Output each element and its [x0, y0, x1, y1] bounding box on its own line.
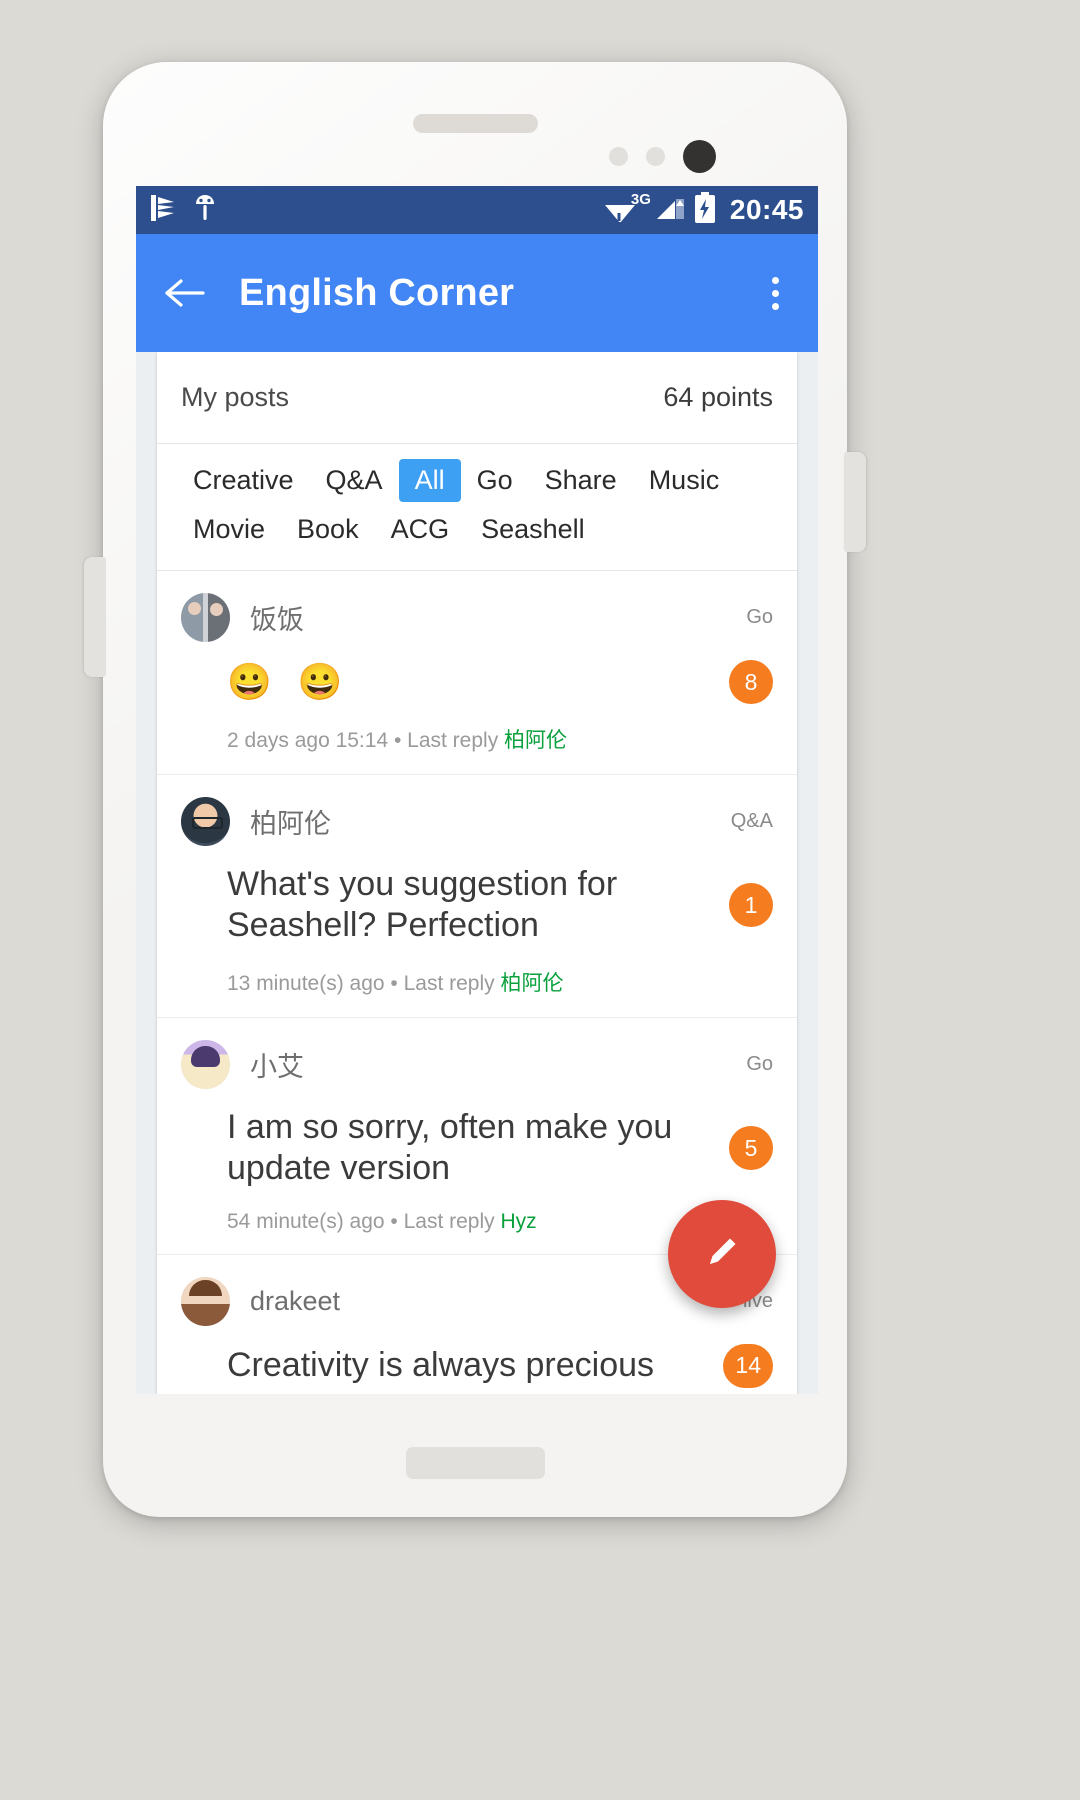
category-filter: Creative Q&A All Go Share Music Movie Book ACG S… [157, 444, 797, 571]
overflow-dot [772, 302, 779, 310]
category-chip-creative[interactable]: Creative [177, 459, 310, 502]
reply-count-badge: 14 [723, 1343, 773, 1388]
reply-count-badge: 1 [729, 883, 773, 928]
post-header: 饭饭 Go [181, 593, 773, 642]
post-body: 😀 😀 8 [181, 660, 773, 704]
post-author: 小艾 [250, 1051, 304, 1082]
avatar-anime-girl-icon [181, 1039, 230, 1089]
post-author: 饭饭 [250, 605, 304, 635]
overflow-dot [772, 289, 779, 297]
proximity-sensor-icon [609, 147, 628, 166]
page-title: English Corner [239, 271, 515, 314]
cellular-signal-icon [656, 193, 686, 228]
post-content: 😀 😀 [227, 661, 351, 703]
earpiece-speaker [413, 114, 538, 133]
category-chip-all[interactable]: All [398, 459, 461, 502]
last-reply-user[interactable]: 柏阿伦 [500, 972, 563, 995]
category-row-2: Movie Book ACG Seashell [177, 505, 777, 554]
post-body: What's you suggestion for Seashell? Perf… [181, 864, 773, 947]
android-robot-icon [192, 192, 218, 229]
post-content: Creativity is always precious [227, 1346, 655, 1385]
reply-count-badge: 5 [729, 1126, 773, 1171]
ambient-light-sensor-icon [646, 147, 665, 166]
phone-screen: 3G 20:45 English Corner My posts 64 poin… [136, 186, 818, 1394]
category-chip-book[interactable]: Book [281, 508, 375, 551]
points-label: 64 points [663, 382, 773, 412]
post-meta: 2 days ago 15:14 • Last reply 柏阿伦 [181, 724, 773, 754]
post-timestamp: 13 minute(s) ago • Last reply [227, 971, 501, 995]
content-area: My posts 64 points Creative Q&A All Go Share… [136, 352, 818, 1394]
category-chip-movie[interactable]: Movie [177, 508, 281, 551]
avatar[interactable] [181, 1276, 230, 1326]
post-timestamp: 2 days ago 15:14 • Last reply [227, 729, 505, 752]
post-content: What's you suggestion for Seashell? Perf… [227, 865, 618, 945]
post-category-tag: Go [746, 1052, 773, 1075]
notification-glyph-icon [150, 193, 176, 228]
category-chip-music[interactable]: Music [633, 459, 736, 502]
last-reply-user[interactable]: Hyz [500, 1210, 536, 1233]
compose-fab-button[interactable] [668, 1200, 776, 1308]
post-body: I am so sorry, often make you update ver… [181, 1107, 773, 1190]
back-arrow-icon[interactable] [163, 275, 207, 311]
category-chip-q-a[interactable]: Q&A [310, 459, 399, 502]
status-bar-left-icons [150, 192, 218, 229]
avatar[interactable] [181, 593, 230, 642]
post-content: I am so sorry, often make you update ver… [227, 1107, 673, 1188]
post-item[interactable]: 柏阿伦 Q&A What's you suggestion for Seashell… [157, 775, 797, 1018]
power-button[interactable] [844, 452, 866, 552]
home-button[interactable] [406, 1447, 545, 1479]
post-timestamp: 54 minute(s) ago • Last reply [227, 1209, 501, 1233]
network-type-label: 3G [630, 191, 651, 208]
category-chip-seashell[interactable]: Seashell [465, 508, 601, 551]
app-toolbar: English Corner [136, 234, 818, 352]
pencil-icon [697, 1227, 747, 1282]
category-chip-go[interactable]: Go [461, 459, 529, 502]
status-bar-clock: 20:45 [729, 194, 804, 225]
post-header: 柏阿伦 Q&A [181, 797, 773, 846]
post-category-tag: Q&A [730, 810, 773, 832]
my-posts-row[interactable]: My posts 64 points [157, 352, 797, 444]
my-posts-label: My posts [181, 382, 290, 412]
overflow-dot [772, 276, 779, 284]
post-author: 柏阿伦 [250, 809, 331, 839]
phone-device-frame: 3G 20:45 English Corner My posts 64 poin… [84, 62, 866, 1517]
post-meta: 13 minute(s) ago • Last reply 柏阿伦 [181, 967, 773, 997]
avatar-photo-man-glasses-icon [181, 797, 230, 846]
overflow-menu-icon[interactable] [760, 271, 791, 316]
volume-button[interactable] [84, 557, 106, 677]
post-item[interactable]: 饭饭 Go 😀 😀 8 2 days ago 15:14 • Last reply 柏阿… [157, 571, 797, 775]
avatar[interactable] [181, 797, 230, 846]
battery-charging-icon [693, 191, 717, 229]
avatar[interactable] [181, 1039, 230, 1089]
category-row-1: Creative Q&A All Go Share Music [177, 456, 777, 505]
front-camera-icon [683, 140, 716, 173]
status-bar-right-icons: 3G 20:45 [603, 191, 804, 229]
last-reply-user[interactable]: 柏阿伦 [504, 729, 567, 752]
avatar-photo-two-people-icon [181, 593, 230, 642]
post-author: drakeet [250, 1285, 341, 1316]
category-chip-share[interactable]: Share [529, 459, 633, 502]
status-bar: 3G 20:45 [136, 186, 818, 234]
post-header: 小艾 Go [181, 1039, 773, 1089]
wifi-warning-icon: 3G [603, 191, 651, 226]
post-body: Creativity is always precious 14 [181, 1343, 773, 1388]
reply-count-badge: 8 [729, 660, 773, 704]
avatar-cartoon-character-icon [181, 1276, 230, 1326]
post-category-tag: Go [746, 606, 773, 628]
category-chip-acg[interactable]: ACG [375, 508, 466, 551]
